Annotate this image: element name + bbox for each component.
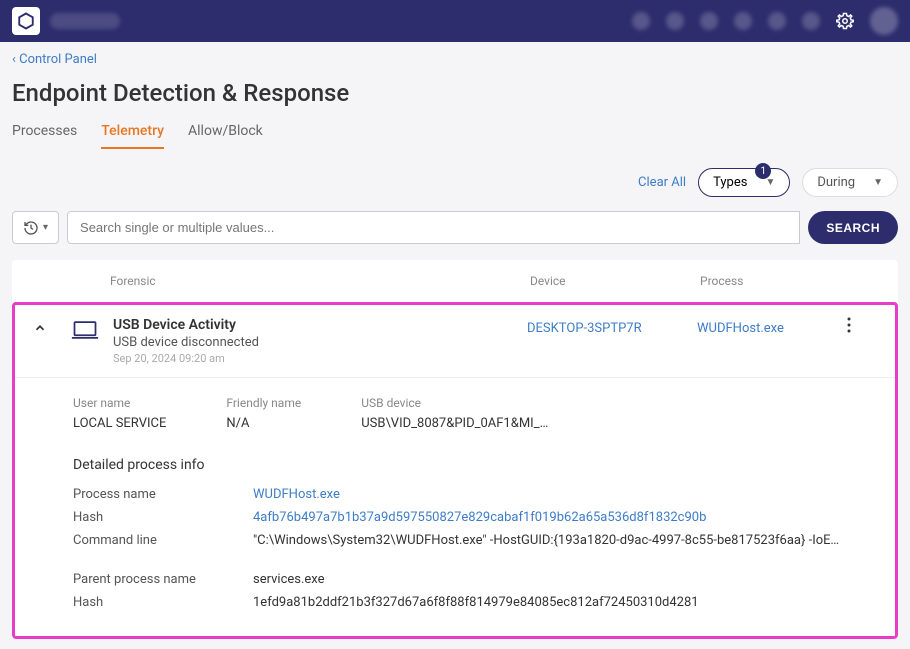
chevron-down-icon: ▾ <box>43 222 48 233</box>
parent-hash-label: Hash <box>73 595 253 610</box>
user-name-label: User name <box>73 396 166 410</box>
table: Forensic Device Process USB Device Activ… <box>12 260 898 639</box>
breadcrumb[interactable]: ‹ Control Panel <box>12 52 898 67</box>
types-label: Types <box>713 175 747 190</box>
command-line-label: Command line <box>73 533 253 548</box>
logo[interactable] <box>12 7 40 35</box>
tab-telemetry[interactable]: Telemetry <box>101 123 164 149</box>
device-cell: DESKTOP-3SPTP7R <box>527 317 697 336</box>
parent-hash-value: 1efd9a81b2ddf21b3f327d67a6f8f88f814979e8… <box>253 595 877 610</box>
header-device: Device <box>530 274 700 288</box>
detailed-process-info-title: Detailed process info <box>73 457 877 473</box>
header-forensic: Forensic <box>110 274 530 288</box>
topbar-icon-blurred[interactable] <box>666 12 684 30</box>
chevron-up-icon <box>33 321 47 335</box>
parent-process-value: services.exe <box>253 572 877 587</box>
friendly-name-label: Friendly name <box>226 396 301 410</box>
event-timestamp: Sep 20, 2024 09:20 am <box>113 352 527 365</box>
tab-processes[interactable]: Processes <box>12 123 77 149</box>
during-label: During <box>817 175 855 190</box>
event-subtitle: USB device disconnected <box>113 335 527 350</box>
tab-allow-block[interactable]: Allow/Block <box>188 123 263 149</box>
laptop-icon <box>71 317 113 341</box>
settings-icon[interactable] <box>836 12 854 30</box>
search-input[interactable] <box>67 211 800 244</box>
highlighted-row: USB Device Activity USB device disconnec… <box>12 302 898 639</box>
page-title: Endpoint Detection & Response <box>12 79 898 107</box>
clear-all-link[interactable]: Clear All <box>638 175 686 190</box>
command-line-value: "C:\Windows\System32\WUDFHost.exe" -Host… <box>253 533 843 548</box>
row-details: User name LOCAL SERVICE Friendly name N/… <box>15 377 895 636</box>
search-row: ▾ SEARCH <box>12 211 898 244</box>
collapse-button[interactable] <box>33 317 71 335</box>
search-button[interactable]: SEARCH <box>808 211 898 244</box>
tabs: Processes Telemetry Allow/Block <box>12 123 898 150</box>
chevron-down-icon: ▼ <box>873 177 883 188</box>
avatar[interactable] <box>870 7 898 35</box>
process-name-label: Process name <box>73 487 253 502</box>
hexagon-icon <box>17 12 35 30</box>
hash-label: Hash <box>73 510 253 525</box>
topbar-icon-blurred[interactable] <box>768 12 786 30</box>
chevron-down-icon: ▼ <box>765 177 775 188</box>
process-name-value[interactable]: WUDFHost.exe <box>253 487 877 502</box>
history-icon <box>23 220 39 236</box>
types-filter[interactable]: 1 Types ▼ <box>698 168 790 197</box>
usb-device-value: USB\VID_8087&PID_0AF1&MI_… <box>361 416 548 431</box>
friendly-name-value: N/A <box>226 416 301 431</box>
table-header: Forensic Device Process <box>12 260 898 302</box>
topbar <box>0 0 910 42</box>
topbar-icon-blurred[interactable] <box>632 12 650 30</box>
header-process: Process <box>700 274 850 288</box>
event-title: USB Device Activity <box>113 317 527 333</box>
brand-text-blurred <box>50 13 120 29</box>
row-actions-button[interactable] <box>847 317 877 337</box>
hash-value[interactable]: 4afb76b497a7b1b37a9d597550827e829cabaf1f… <box>253 510 877 525</box>
filters-row: Clear All 1 Types ▼ During ▼ <box>12 168 898 197</box>
topbar-icon-blurred[interactable] <box>700 12 718 30</box>
during-filter[interactable]: During ▼ <box>802 168 898 197</box>
parent-process-label: Parent process name <box>73 572 253 587</box>
process-link[interactable]: WUDFHost.exe <box>697 321 784 336</box>
process-cell: WUDFHost.exe <box>697 317 847 336</box>
topbar-icon-blurred[interactable] <box>802 12 820 30</box>
table-row: USB Device Activity USB device disconnec… <box>15 305 895 377</box>
history-button[interactable]: ▾ <box>12 211 59 244</box>
more-vertical-icon <box>847 317 851 333</box>
device-link[interactable]: DESKTOP-3SPTP7R <box>527 321 642 336</box>
usb-device-label: USB device <box>361 396 548 410</box>
user-name-value: LOCAL SERVICE <box>73 416 166 431</box>
forensic-cell: USB Device Activity USB device disconnec… <box>113 317 527 365</box>
topbar-icon-blurred[interactable] <box>734 12 752 30</box>
topbar-icons <box>632 7 898 35</box>
